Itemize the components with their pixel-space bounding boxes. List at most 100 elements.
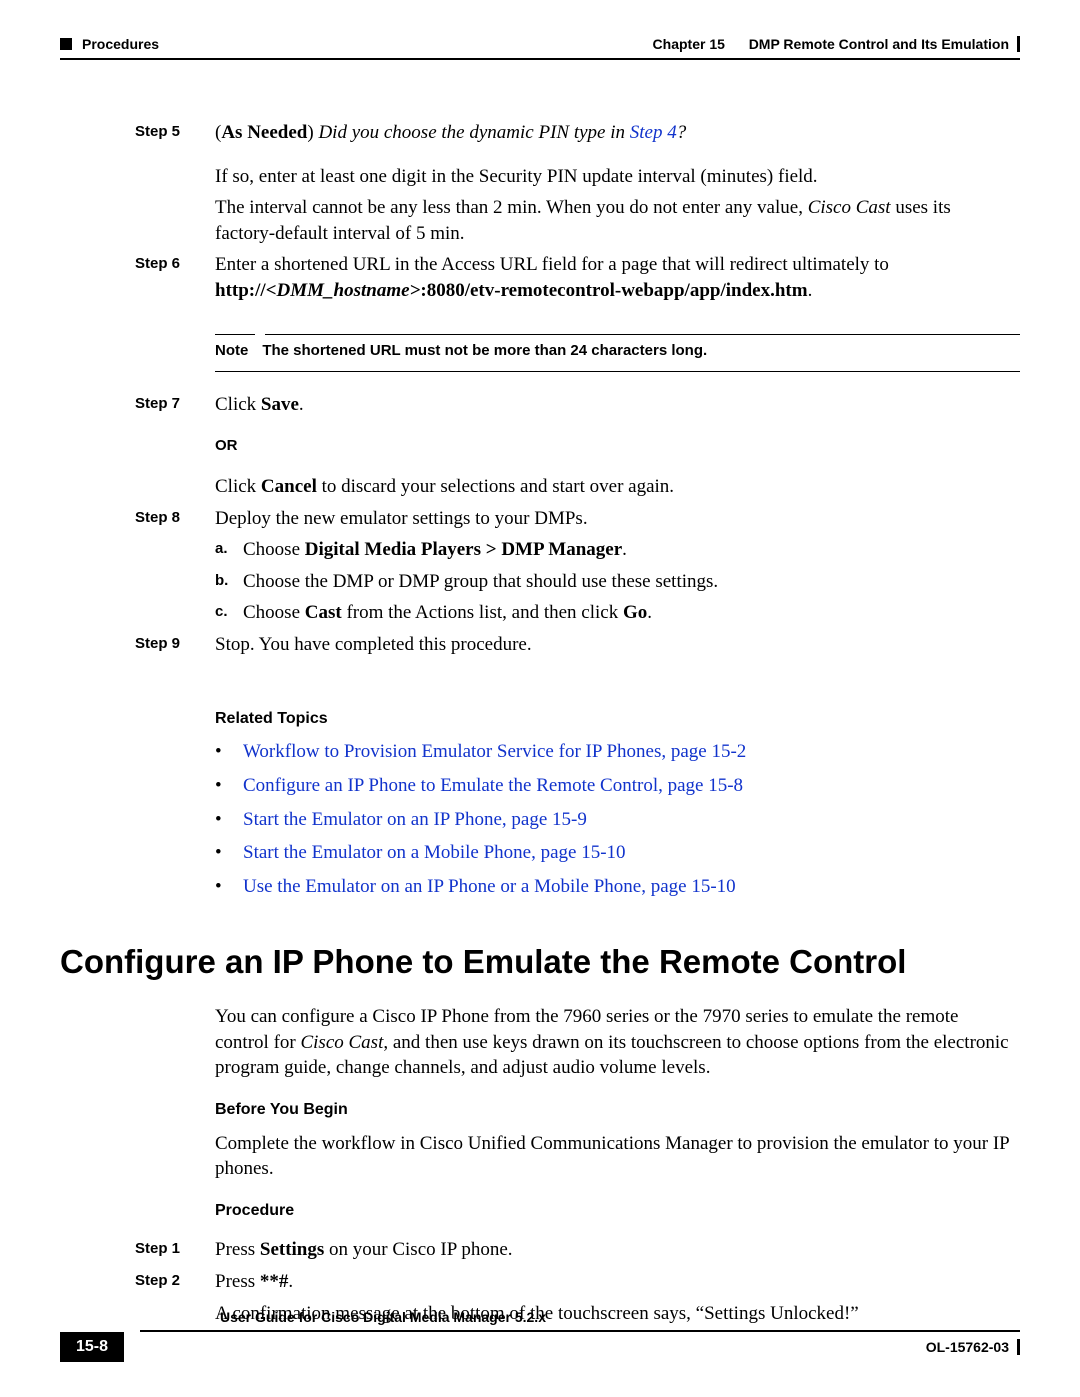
section2-p2: Complete the workflow in Cisco Unified C… xyxy=(215,1131,1020,1182)
step-5-label: Step 5 xyxy=(135,120,215,142)
text: http:// xyxy=(215,280,266,301)
text: Press xyxy=(215,1271,260,1292)
header-chapter-label: Chapter 15 xyxy=(653,35,725,54)
sec2-step-2: Step 2 Press **#. xyxy=(60,1269,1020,1295)
footer-guide-title: User Guide for Cisco Digital Media Manag… xyxy=(140,1308,1020,1333)
text: Cisco Cast xyxy=(808,197,891,218)
related-topics-list: •Workflow to Provision Emulator Service … xyxy=(215,739,1020,899)
sec2-step-2-label: Step 2 xyxy=(135,1269,215,1291)
text: Click xyxy=(215,394,261,415)
step-6-body: Enter a shortened URL in the Access URL … xyxy=(215,252,1020,303)
section-title: Configure an IP Phone to Emulate the Rem… xyxy=(60,940,1020,985)
text: . xyxy=(299,394,304,415)
header-chapter-title: DMP Remote Control and Its Emulation xyxy=(749,35,1009,54)
text: Save xyxy=(261,394,299,415)
bullet-icon: • xyxy=(215,874,243,900)
note-block: Note The shortened URL must not be more … xyxy=(215,334,1020,372)
text: Enter a shortened URL in the Access URL … xyxy=(215,254,889,275)
footer-doc-id: OL-15762-03 xyxy=(926,1338,1020,1357)
or-label: OR xyxy=(215,436,1020,456)
step-7: Step 7 Click Save. xyxy=(60,392,1020,418)
sub-c: c. Choose Cast from the Actions list, an… xyxy=(215,600,1010,626)
header-rule xyxy=(60,58,1020,60)
step-8-sublist: a. Choose Digital Media Players > DMP Ma… xyxy=(215,537,1020,626)
header-section: Procedures xyxy=(82,35,159,54)
text: Cancel xyxy=(261,476,317,497)
text: Choose xyxy=(243,539,305,560)
step-5-body: (As Needed) Did you choose the dynamic P… xyxy=(215,120,1020,146)
step-8: Step 8 Deploy the new emulator settings … xyxy=(60,506,1020,532)
note-rule-icon xyxy=(215,371,1020,372)
text: As Needed xyxy=(221,122,307,143)
step-5-p2: The interval cannot be any less than 2 m… xyxy=(215,195,1020,246)
related-link[interactable]: Use the Emulator on an IP Phone or a Mob… xyxy=(243,874,736,900)
text: Digital Media Players > DMP Manager xyxy=(305,539,622,560)
note-label: Note xyxy=(215,341,248,361)
step-5: Step 5 (As Needed) Did you choose the dy… xyxy=(60,120,1020,146)
note-rule-icon xyxy=(265,334,1020,335)
text: Did you choose the dynamic PIN type in xyxy=(314,122,630,143)
sec2-step-1-body: Press Settings on your Cisco IP phone. xyxy=(215,1237,1020,1263)
text: ? xyxy=(677,122,687,143)
marker: a. xyxy=(215,537,243,563)
text: Go xyxy=(623,602,647,623)
list-item: •Configure an IP Phone to Emulate the Re… xyxy=(215,773,1010,799)
list-item: •Start the Emulator on an IP Phone, page… xyxy=(215,807,1010,833)
step-9: Step 9 Stop. You have completed this pro… xyxy=(60,632,1020,658)
step-5-p1: If so, enter at least one digit in the S… xyxy=(215,164,1020,190)
text: . xyxy=(622,539,627,560)
bullet-icon: • xyxy=(215,840,243,866)
step-7-label: Step 7 xyxy=(135,392,215,414)
page-number-badge: 15-8 xyxy=(60,1332,124,1362)
text: . xyxy=(288,1271,293,1292)
text: Cast xyxy=(305,602,342,623)
header-left: Procedures xyxy=(60,35,159,54)
list-item: •Start the Emulator on a Mobile Phone, p… xyxy=(215,840,1010,866)
page-header: Procedures Chapter 15 DMP Remote Control… xyxy=(60,35,1020,54)
list-item: •Use the Emulator on an IP Phone or a Mo… xyxy=(215,874,1010,900)
header-right: Chapter 15 DMP Remote Control and Its Em… xyxy=(653,35,1020,54)
sec2-step-1: Step 1 Press Settings on your Cisco IP p… xyxy=(60,1237,1020,1263)
before-you-begin-heading: Before You Begin xyxy=(215,1099,1020,1121)
sec2-step-2-body: Press **#. xyxy=(215,1269,1020,1295)
text: Press xyxy=(215,1239,260,1260)
text: . xyxy=(647,602,652,623)
text: on your Cisco IP phone. xyxy=(324,1239,512,1260)
list-item: •Workflow to Provision Emulator Service … xyxy=(215,739,1010,765)
header-square-icon xyxy=(60,38,72,50)
step-7-p2: Click Cancel to discard your selections … xyxy=(215,474,1020,500)
note-rule-icon xyxy=(215,334,255,335)
bullet-icon: • xyxy=(215,739,243,765)
step-link[interactable]: Step 4 xyxy=(630,122,677,143)
related-topics-heading: Related Topics xyxy=(215,708,1020,730)
step-9-label: Step 9 xyxy=(135,632,215,654)
procedure-heading: Procedure xyxy=(215,1200,1020,1222)
text: <DMM_hostname> xyxy=(266,280,421,301)
step-7-body: Click Save. xyxy=(215,392,1020,418)
step-6: Step 6 Enter a shortened URL in the Acce… xyxy=(60,252,1020,303)
sub-a: a. Choose Digital Media Players > DMP Ma… xyxy=(215,537,1010,563)
text: to discard your selections and start ove… xyxy=(317,476,674,497)
marker: b. xyxy=(215,569,243,595)
step-6-label: Step 6 xyxy=(135,252,215,274)
step-9-body: Stop. You have completed this procedure. xyxy=(215,632,1020,658)
related-link[interactable]: Start the Emulator on an IP Phone, page … xyxy=(243,807,587,833)
related-link[interactable]: Workflow to Provision Emulator Service f… xyxy=(243,739,746,765)
footer-divider-icon xyxy=(1017,1339,1020,1355)
text: . xyxy=(808,280,813,301)
text: Cisco Cast xyxy=(300,1032,383,1053)
step-8-label: Step 8 xyxy=(135,506,215,528)
note-text: The shortened URL must not be more than … xyxy=(262,341,707,361)
related-link[interactable]: Start the Emulator on a Mobile Phone, pa… xyxy=(243,840,626,866)
text: Settings xyxy=(260,1239,324,1260)
related-link[interactable]: Configure an IP Phone to Emulate the Rem… xyxy=(243,773,743,799)
text: Choose the DMP or DMP group that should … xyxy=(243,569,1010,595)
text: The interval cannot be any less than 2 m… xyxy=(215,197,808,218)
text: OL-15762-03 xyxy=(926,1338,1009,1357)
bullet-icon: • xyxy=(215,773,243,799)
bullet-icon: • xyxy=(215,807,243,833)
header-divider-icon xyxy=(1017,36,1020,52)
text: from the Actions list, and then click xyxy=(342,602,623,623)
step-8-body: Deploy the new emulator settings to your… xyxy=(215,506,1020,532)
marker: c. xyxy=(215,600,243,626)
